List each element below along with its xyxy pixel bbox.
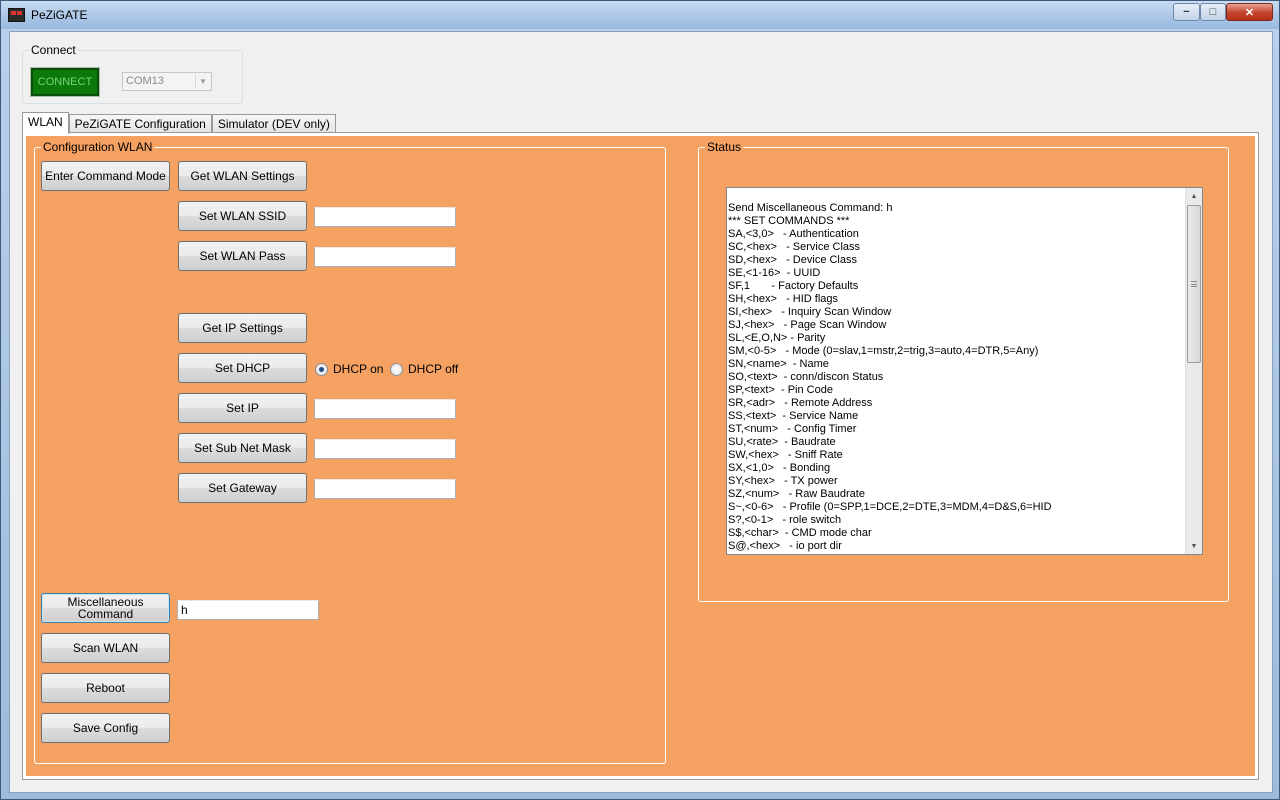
radio-checked-icon[interactable] (315, 362, 328, 376)
minimize-button[interactable]: − (1173, 3, 1200, 21)
set-ip-button[interactable]: Set IP (178, 393, 307, 423)
title-bar[interactable]: PeZiGATE − □ ✕ (1, 1, 1279, 29)
status-scrollbar[interactable]: ▲ ▼ (1185, 188, 1202, 554)
app-icon (8, 8, 25, 22)
miscellaneous-command-button[interactable]: Miscellaneous Command (41, 593, 170, 623)
app-window: PeZiGATE − □ ✕ Connect CONNECT COM13 ▼ W… (0, 0, 1280, 800)
tab-wlan[interactable]: WLAN (22, 112, 69, 134)
tab-simulator[interactable]: Simulator (DEV only) (211, 114, 336, 133)
tab-strip: WLAN PeZiGATE Configuration Simulator (D… (22, 112, 336, 134)
reboot-button[interactable]: Reboot (41, 673, 170, 703)
set-subnet-mask-button[interactable]: Set Sub Net Mask (178, 433, 307, 463)
wlan-ssid-input[interactable] (314, 207, 456, 227)
window-title: PeZiGATE (31, 8, 88, 22)
connect-button[interactable]: CONNECT (30, 67, 100, 97)
get-ip-settings-button[interactable]: Get IP Settings (178, 313, 307, 343)
status-group-title: Status (705, 140, 744, 154)
status-log[interactable]: Send Miscellaneous Command: h *** SET CO… (726, 187, 1203, 555)
wlan-panel: Configuration WLAN Enter Command Mode Ge… (26, 136, 1255, 776)
maximize-button[interactable]: □ (1200, 3, 1226, 21)
save-config-button[interactable]: Save Config (41, 713, 170, 743)
set-dhcp-button[interactable]: Set DHCP (178, 353, 307, 383)
connect-group-title: Connect (29, 43, 78, 57)
wlan-pass-input[interactable] (314, 247, 456, 267)
tab-pezigate-configuration[interactable]: PeZiGATE Configuration (68, 114, 212, 133)
wlan-tab-page: Configuration WLAN Enter Command Mode Ge… (22, 132, 1259, 780)
dhcp-on-radio[interactable]: DHCP on (315, 362, 383, 376)
status-group: Status Send Miscellaneous Command: h ***… (698, 140, 1229, 602)
subnet-mask-input[interactable] (314, 439, 456, 459)
set-wlan-ssid-button[interactable]: Set WLAN SSID (178, 201, 307, 231)
enter-command-mode-button[interactable]: Enter Command Mode (41, 161, 170, 191)
chevron-down-icon[interactable]: ▼ (195, 74, 210, 89)
status-log-text: Send Miscellaneous Command: h *** SET CO… (728, 202, 1052, 552)
get-wlan-settings-button[interactable]: Get WLAN Settings (178, 161, 307, 191)
com-port-select[interactable]: COM13 ▼ (122, 72, 212, 91)
configuration-wlan-group: Configuration WLAN Enter Command Mode Ge… (34, 140, 666, 764)
configuration-wlan-title: Configuration WLAN (41, 140, 155, 154)
miscellaneous-command-input[interactable]: h (177, 600, 319, 620)
dhcp-on-label: DHCP on (333, 362, 384, 376)
radio-unchecked-icon[interactable] (390, 362, 403, 376)
set-gateway-button[interactable]: Set Gateway (178, 473, 307, 503)
grip-icon (1191, 281, 1197, 287)
dhcp-off-label: DHCP off (408, 362, 459, 376)
dhcp-off-radio[interactable]: DHCP off (390, 362, 458, 376)
scan-wlan-button[interactable]: Scan WLAN (41, 633, 170, 663)
ip-input[interactable] (314, 399, 456, 419)
close-button[interactable]: ✕ (1226, 3, 1273, 21)
gateway-input[interactable] (314, 479, 456, 499)
scroll-down-icon[interactable]: ▼ (1186, 538, 1202, 554)
scroll-thumb[interactable] (1187, 205, 1201, 363)
set-wlan-pass-button[interactable]: Set WLAN Pass (178, 241, 307, 271)
connect-group: Connect CONNECT COM13 ▼ (22, 43, 243, 104)
client-area: Connect CONNECT COM13 ▼ WLAN PeZiGATE Co… (9, 31, 1273, 793)
scroll-up-icon[interactable]: ▲ (1186, 188, 1202, 204)
com-port-value: COM13 (126, 75, 164, 87)
